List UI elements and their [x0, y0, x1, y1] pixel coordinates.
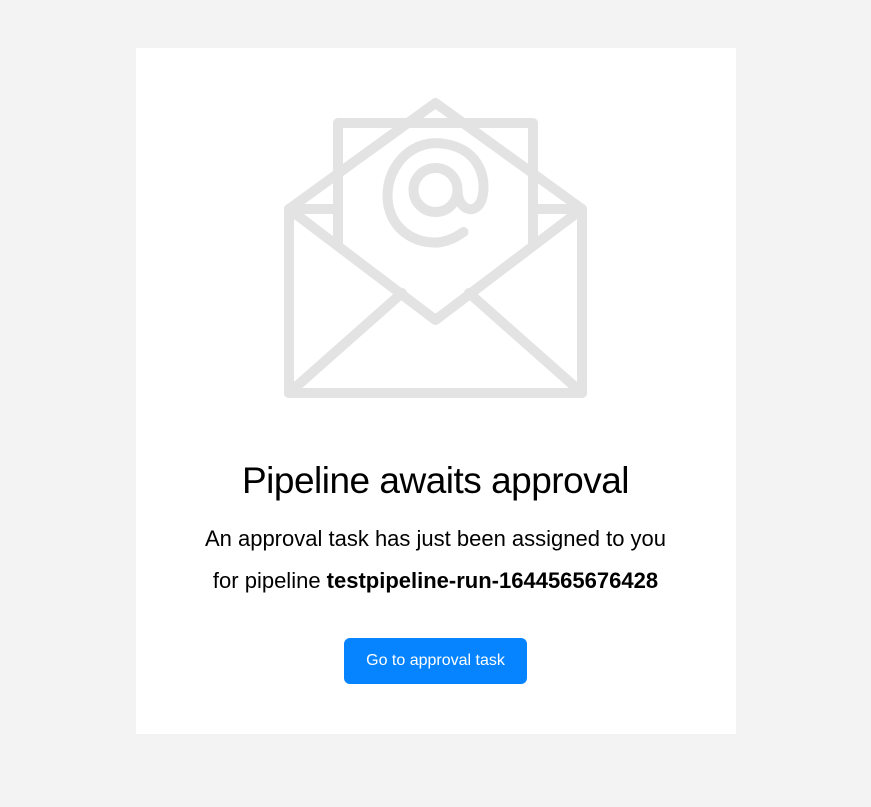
subtitle-line-2: for pipeline testpipeline-run-1644565676…	[176, 560, 696, 602]
action-wrap: Go to approval task	[176, 638, 696, 684]
card-subtitle: An approval task has just been assigned …	[176, 518, 696, 602]
subtitle-line-2-prefix: for pipeline	[213, 568, 327, 593]
go-to-approval-button[interactable]: Go to approval task	[344, 638, 527, 684]
subtitle-line-1: An approval task has just been assigned …	[176, 518, 696, 560]
approval-card: Pipeline awaits approval An approval tas…	[136, 48, 736, 734]
pipeline-name: testpipeline-run-1644565676428	[327, 568, 658, 593]
envelope-at-icon	[176, 98, 696, 398]
card-title: Pipeline awaits approval	[176, 460, 696, 502]
